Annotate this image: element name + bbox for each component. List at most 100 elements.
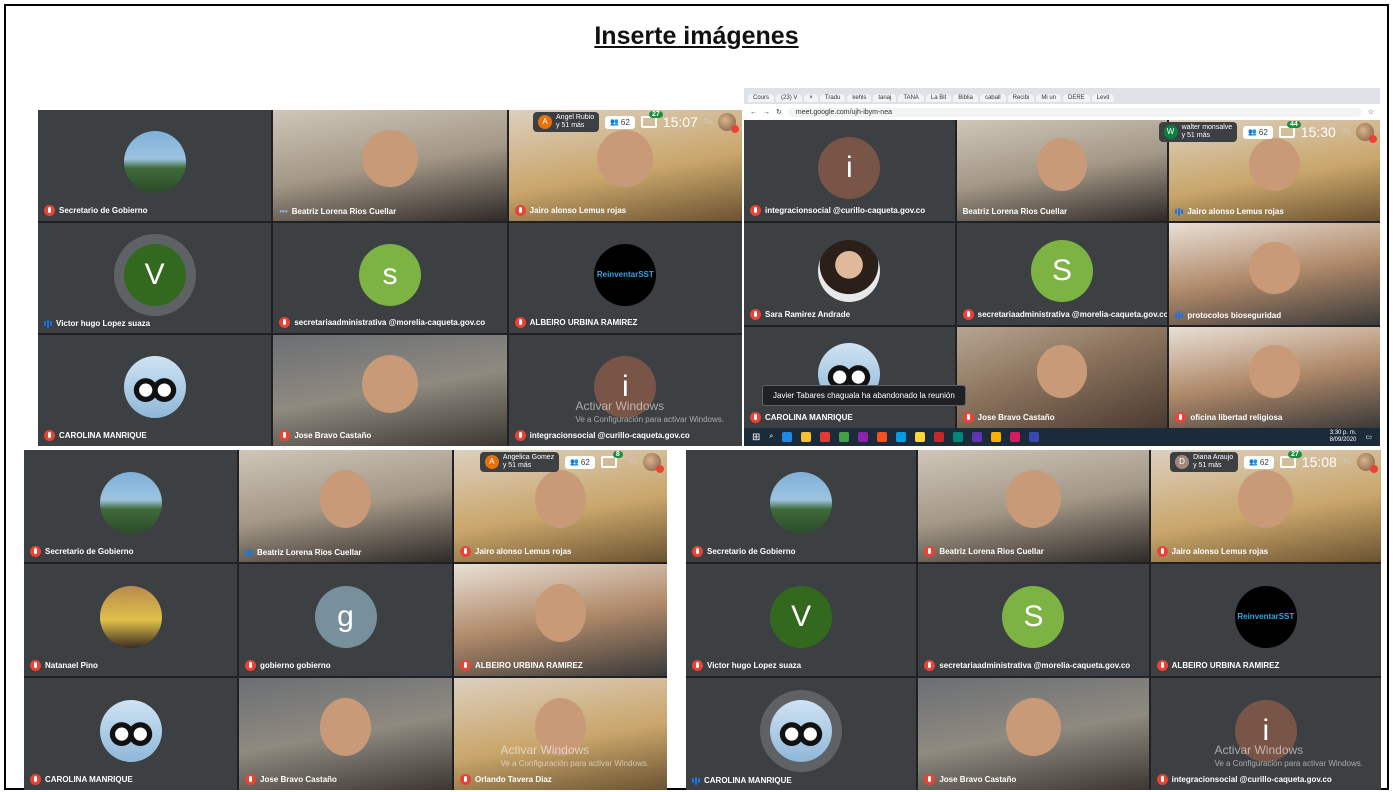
participant-tile[interactable]: Jose Bravo Castaño [918, 678, 1149, 790]
participant-tile[interactable]: Beatriz Lorena Rios Cuellar [918, 450, 1149, 562]
back-arrow-icon[interactable]: ← [750, 109, 757, 116]
chat-icon[interactable]: 44 [1278, 121, 1301, 138]
browser-tab[interactable]: Mi un [1036, 93, 1061, 102]
people-button[interactable]: 👥 62 [565, 455, 595, 469]
participant-name: Secretario de Gobierno [59, 205, 148, 215]
reload-icon[interactable]: ↻ [776, 108, 782, 116]
windows-start-icon[interactable]: ⊞ [752, 432, 760, 443]
browser-tab[interactable]: La Bit [925, 93, 952, 102]
chat-icon[interactable]: 27 [1279, 451, 1302, 468]
participant-name: ALBEIRO URBINA RAMIREZ [475, 661, 583, 670]
taskbar-app-icon[interactable] [858, 432, 869, 442]
participant-grid: Secretario de Gobierno Beatriz Lorena Rio… [686, 450, 1381, 790]
participant-tile[interactable]: ALBEIRO URBINA RAMIREZ [454, 564, 667, 676]
taskbar-app-icon[interactable] [877, 432, 888, 442]
participant-tile[interactable]: g gobierno gobierno [239, 564, 452, 676]
taskbar-app-icon[interactable] [972, 432, 983, 442]
mic-off-icon [1156, 660, 1168, 671]
taskbar-app-icon[interactable] [915, 432, 926, 442]
self-avatar[interactable] [718, 113, 739, 133]
participant-tile[interactable]: Orlando Tavera Diaz [454, 678, 667, 790]
browser-tab[interactable]: × [804, 93, 818, 102]
participant-tile[interactable]: ReinventarSST ALBEIRO URBINA RAMIREZ [508, 222, 742, 334]
star-icon[interactable]: ☆ [1368, 108, 1374, 116]
participant-tile[interactable]: Beatriz Lorena Rios Cuellar [239, 450, 452, 562]
browser-tab[interactable]: Tradu [819, 93, 846, 102]
notification-center-icon[interactable]: ▭ [1365, 433, 1372, 441]
participant-avatar: ReinventarSST [594, 243, 657, 306]
browser-tab[interactable]: Biblia [953, 93, 978, 102]
search-icon[interactable]: ⌕ [769, 433, 773, 441]
browser-tab[interactable]: tanaj [873, 93, 897, 102]
browser-tab[interactable]: Cours [748, 93, 775, 102]
participant-tile[interactable]: Jose Bravo Castaño [239, 678, 452, 790]
participant-tile[interactable]: s secretariaadministrativa @morelia-caque… [273, 222, 507, 334]
join-notification[interactable]: A Angelica Gomez y 51 más [479, 452, 560, 472]
url-field[interactable]: meet.google.com/ujh-ibym-nea [787, 107, 1362, 117]
chat-icon[interactable]: 8 [600, 451, 623, 468]
meet-top-bar: A Angel Rubio y 51 más 👥 62 27 15:07 Tú [527, 110, 742, 134]
participant-tile[interactable]: protocolos bioseguridad [1169, 223, 1380, 325]
participant-tile[interactable]: Secretario de Gobierno [38, 110, 272, 221]
participant-tile[interactable]: Jose Bravo Castaño [273, 335, 507, 446]
participant-tile[interactable]: i integracionsocial @curillo-caqueta.gov.… [508, 335, 742, 446]
participant-tile[interactable]: Jose Bravo Castaño [956, 326, 1168, 428]
browser-tab[interactable]: (23) V [776, 93, 803, 102]
meeting-clock: 15:08 [1301, 454, 1337, 470]
taskbar-app-icon[interactable] [839, 432, 850, 442]
participant-tile[interactable]: CAROLINA MANRIQUE [686, 678, 917, 790]
participant-tile[interactable]: Secretario de Gobierno [24, 450, 237, 562]
self-label: Tú [628, 458, 637, 466]
join-notification[interactable]: Wwalter monsalve y 51 más [1158, 122, 1238, 142]
taskbar-app-icon[interactable] [991, 432, 1002, 442]
taskbar-app-icon[interactable] [1010, 432, 1021, 442]
participant-tile[interactable]: V Victor hugo Lopez suaza [686, 564, 917, 676]
browser-tab[interactable]: caball [979, 93, 1006, 102]
people-button[interactable]: 👥 62 [1244, 455, 1274, 469]
participant-tile[interactable]: CAROLINA MANRIQUE [24, 678, 237, 790]
self-avatar[interactable] [1356, 123, 1377, 143]
participant-video-face [1036, 344, 1088, 398]
participant-tile[interactable]: ReinventarSST ALBEIRO URBINA RAMIREZ [1150, 564, 1381, 676]
participant-tile[interactable]: Ssecretariaadministrativa @morelia-caque… [956, 223, 1168, 325]
people-button[interactable]: 👥 62 [605, 115, 635, 129]
browser-tab[interactable]: DERE [1063, 93, 1090, 102]
participant-tile[interactable]: Beatriz Lorena Rios Cuellar [956, 120, 1168, 222]
participant-tile[interactable]: Ssecretariaadministrativa @morelia-caque… [918, 564, 1149, 676]
watermark-subtitle: Ve a Configuración para activar Windows. [575, 415, 724, 424]
participant-tile[interactable]: i integracionsocial @curillo-caqueta.gov.… [744, 120, 955, 222]
participant-tile[interactable]: i integracionsocial @curillo-caqueta.gov.… [1150, 678, 1381, 790]
taskbar-app-icon[interactable] [934, 432, 945, 442]
participant-label: Jairo alonso Lemus rojas [460, 546, 571, 557]
joiner-avatar: D [1175, 455, 1190, 469]
browser-tab[interactable]: kehls [847, 93, 872, 102]
participant-tile[interactable]: Secretario de Gobierno [686, 450, 917, 562]
browser-tab[interactable]: Recibi [1007, 93, 1035, 102]
taskbar-app-icon[interactable] [820, 432, 831, 442]
participant-tile[interactable]: ••• Beatriz Lorena Rios Cuellar [273, 110, 507, 221]
browser-tab[interactable]: Levit [1091, 93, 1115, 102]
taskbar-app-icon[interactable] [1029, 432, 1040, 442]
taskbar-app-icon[interactable] [953, 432, 964, 442]
join-notification[interactable]: D Diana Araujo y 51 más [1170, 452, 1239, 472]
speaking-indicator-icon [692, 776, 700, 785]
chat-badge: 27 [1287, 451, 1302, 458]
self-avatar[interactable] [643, 453, 664, 473]
taskbar-app-icon[interactable] [801, 432, 812, 442]
participant-tile[interactable]: CAROLINA MANRIQUE [38, 335, 272, 446]
participant-name: Jose Bravo Castaño [977, 413, 1055, 422]
taskbar-app-icon[interactable] [896, 432, 907, 442]
chat-icon[interactable]: 27 [640, 111, 663, 128]
self-avatar[interactable] [1357, 453, 1378, 473]
join-notification[interactable]: A Angel Rubio y 51 más [533, 112, 600, 132]
people-button[interactable]: 👥 62 [1243, 125, 1273, 139]
participant-tile[interactable]: CAROLINA MANRIQUE [744, 326, 955, 428]
taskbar-app-icon[interactable] [782, 432, 793, 442]
participant-tile[interactable]: V Victor hugo Lopez suaza [38, 222, 272, 334]
browser-tab[interactable]: TANA [898, 93, 924, 102]
participant-tile[interactable]: Natanael Pino [24, 564, 237, 676]
participant-tile[interactable]: oficina libertad religiosa [1169, 326, 1380, 428]
forward-arrow-icon[interactable]: → [763, 109, 770, 116]
participant-tile[interactable]: Sara Ramirez Andrade [744, 223, 955, 325]
chat-badge: 27 [648, 111, 663, 118]
